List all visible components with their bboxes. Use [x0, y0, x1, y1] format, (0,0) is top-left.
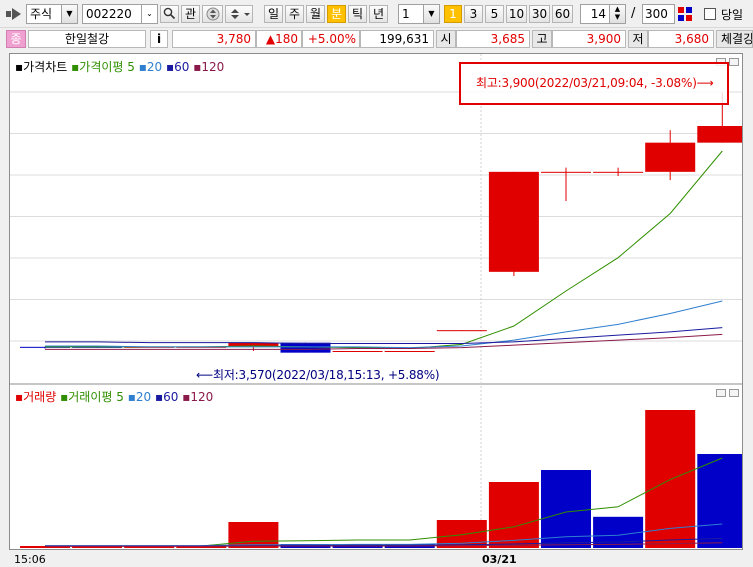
count-separator: / — [631, 6, 636, 21]
volume-bar — [593, 516, 644, 548]
candle-body — [280, 342, 331, 353]
code-input-value: 002220 — [86, 7, 132, 21]
minute-5-button[interactable]: 5 — [485, 5, 504, 23]
interval-select-value: 1 — [402, 7, 410, 21]
volume-pane-maximize-button[interactable] — [729, 389, 739, 397]
chevron-down-icon[interactable]: ▼ — [61, 5, 77, 23]
max-price-annotation: 최고:3,900(2022/03/21,09:04, -3.08%)⟶ — [476, 76, 714, 90]
price-pane-label: 가격차트 — [23, 60, 68, 74]
trade-strength-label: 체결강 — [716, 30, 753, 48]
minute-1-button[interactable]: 1 — [444, 5, 462, 23]
max-price-annotation-box: 최고:3,900(2022/03/21,09:04, -3.08%)⟶ — [459, 62, 729, 105]
open-value: 3,685 — [456, 30, 530, 48]
candle-body — [384, 351, 435, 352]
chevron-down-icon[interactable]: ▼ — [423, 5, 439, 23]
volume-bar — [488, 482, 539, 548]
volume-pane-minimize-button[interactable] — [716, 389, 726, 397]
stepper-icon — [231, 9, 250, 19]
period-year-button[interactable]: 년 — [369, 5, 388, 23]
count-input[interactable]: 14 ▲ ▼ — [580, 4, 626, 24]
period-month-button[interactable]: 월 — [306, 5, 325, 23]
watchlist-button[interactable]: 관 — [181, 5, 200, 23]
volume-ma-label: 거래이평 — [68, 390, 113, 404]
zoom-icon[interactable] — [677, 6, 693, 22]
candle-body — [541, 171, 591, 173]
high-value: 3,900 — [552, 30, 626, 48]
up-down-icon — [206, 7, 219, 21]
minute-30-button[interactable]: 30 — [529, 5, 550, 23]
price-pane-maximize-button[interactable] — [729, 58, 739, 66]
stock-name: 한일철강 — [28, 30, 146, 48]
pin-icon[interactable] — [6, 8, 22, 20]
spin-button[interactable] — [225, 5, 253, 23]
time-axis-label-start: 15:06 — [14, 553, 46, 566]
volume-ma120-label: 120 — [190, 390, 214, 404]
search-icon — [163, 7, 176, 20]
low-label: 저 — [628, 30, 648, 48]
minute-10-button[interactable]: 10 — [506, 5, 527, 23]
stock-badge: 종 — [6, 30, 26, 48]
price-ma5-line — [45, 150, 723, 350]
candle-body — [645, 142, 696, 172]
info-button[interactable]: i — [150, 30, 168, 48]
candle-body — [697, 126, 742, 143]
minute-3-button[interactable]: 3 — [464, 5, 483, 23]
volume-ma20-label: 20 — [135, 390, 152, 404]
period-week-button[interactable]: 주 — [285, 5, 304, 23]
today-checkbox[interactable] — [704, 8, 716, 20]
volume-value: 199,631 — [360, 30, 434, 48]
min-price-annotation: ⟵최저:3,570(2022/03/18,15:13, +5.88%) — [196, 368, 440, 382]
current-price: 3,780 — [172, 30, 256, 48]
period-tick-button[interactable]: 틱 — [348, 5, 367, 23]
volume-pane-title: ▪거래량 ▪거래이평 5 ▪20 ▪60 ▪120 — [15, 390, 214, 404]
price-ma120-label: 120 — [201, 60, 225, 74]
price-change: ▲180 — [256, 30, 302, 48]
volume-pane-label: 거래량 — [23, 390, 57, 404]
volume-bar — [228, 522, 279, 548]
candle-body — [332, 351, 383, 352]
code-input[interactable]: 002220 ⌄ — [82, 4, 158, 24]
chart-area[interactable]: ▪가격차트 ▪가격이평 5 ▪20 ▪60 ▪120 최고:3,900(2022… — [9, 53, 743, 550]
price-ma5-label: 5 — [127, 60, 135, 74]
volume-ma5-label: 5 — [116, 390, 124, 404]
price-pane-title: ▪가격차트 ▪가격이평 5 ▪20 ▪60 ▪120 — [15, 60, 225, 74]
candle-body — [593, 171, 644, 173]
price-change-pct: +5.00% — [302, 30, 360, 48]
market-select[interactable]: 주식 ▼ — [26, 4, 78, 24]
price-ma-label: 가격이평 — [79, 60, 124, 74]
interval-select[interactable]: 1 ▼ — [398, 4, 440, 24]
price-ma20-label: 20 — [146, 60, 163, 74]
chart-toolbar: 주식 ▼ 002220 ⌄ 관 일 주 월 분 틱 년 1 ▼ 1 3 5 10… — [0, 0, 753, 27]
total-input[interactable]: 300 — [642, 4, 675, 24]
chevron-down-icon[interactable]: ⌄ — [141, 5, 157, 23]
low-value: 3,680 — [648, 30, 714, 48]
candle-body — [488, 171, 539, 272]
high-label: 고 — [532, 30, 552, 48]
stepper-icon[interactable]: ▲ ▼ — [609, 5, 625, 23]
quote-bar: 종 한일철강 i 3,780 ▲180 +5.00% 199,631 시 3,6… — [0, 27, 753, 49]
market-select-value: 주식 — [30, 7, 53, 21]
price-ma60-label: 60 — [174, 60, 190, 74]
time-axis: 15:06 03/21 — [0, 550, 753, 567]
time-axis-label-date: 03/21 — [482, 553, 517, 566]
period-minute-button[interactable]: 분 — [327, 5, 346, 23]
candle-body — [436, 330, 487, 332]
volume-ma60-label: 60 — [163, 390, 179, 404]
volume-bar — [697, 454, 742, 548]
open-label: 시 — [436, 30, 456, 48]
search-button[interactable] — [160, 5, 179, 23]
minute-60-button[interactable]: 60 — [552, 5, 573, 23]
sort-toggle-button[interactable] — [202, 5, 223, 23]
chart-canvas[interactable] — [10, 54, 742, 549]
period-day-button[interactable]: 일 — [264, 5, 283, 23]
total-input-value: 300 — [645, 7, 668, 21]
today-label: 당일 — [721, 8, 744, 22]
